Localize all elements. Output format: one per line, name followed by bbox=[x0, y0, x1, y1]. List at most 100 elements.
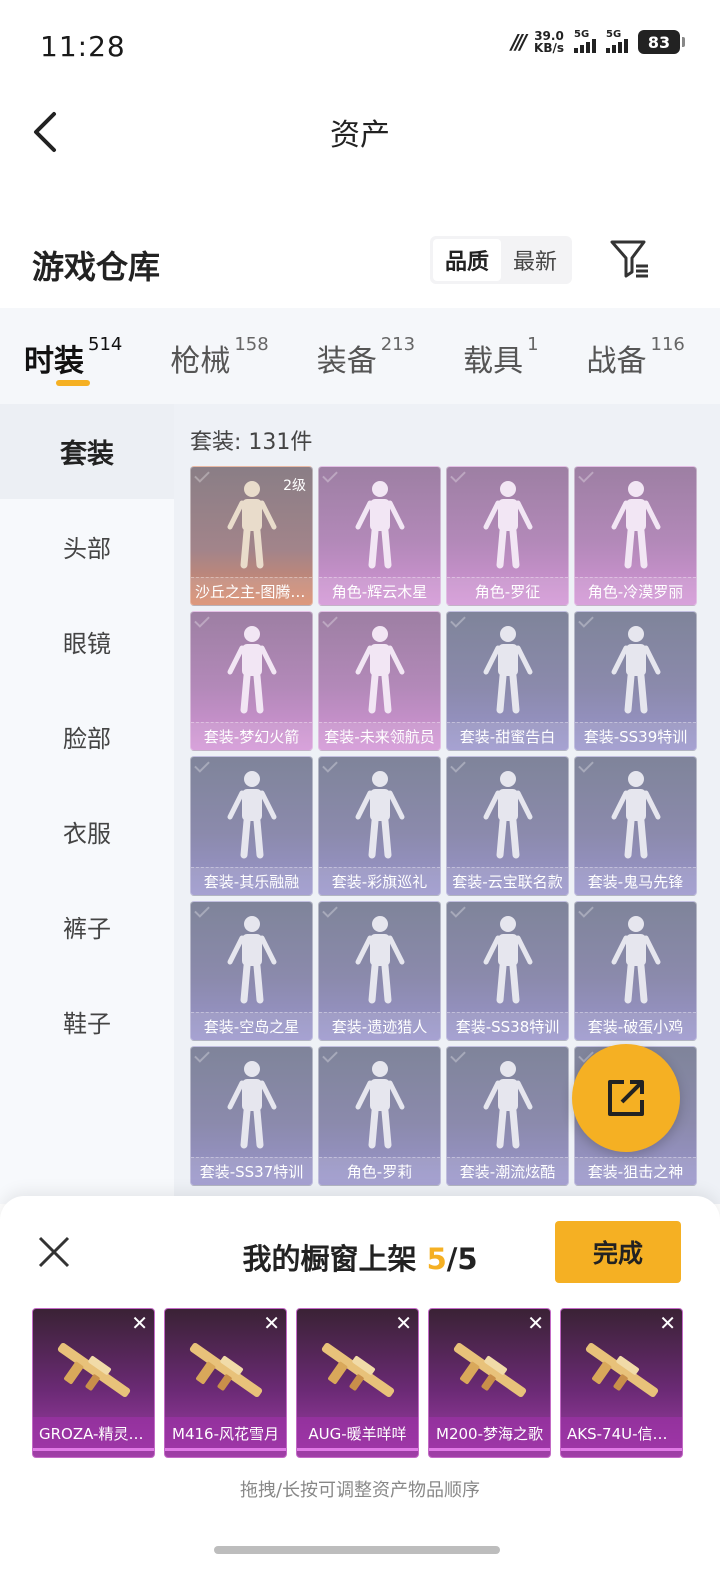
showcase-item[interactable]: ✕AKS-74U-信仰之光 bbox=[560, 1308, 683, 1458]
outfit-label: 角色-辉云木星 bbox=[319, 577, 440, 605]
sort-option-quality[interactable]: 品质 bbox=[433, 239, 501, 281]
status-bar: 11:28 /// 39.0 KB/s 5G 5G 83 bbox=[0, 0, 720, 96]
drag-hint: 拖拽/长按可调整资产物品顺序 bbox=[239, 1480, 481, 1501]
outfit-figure-icon bbox=[447, 765, 568, 865]
outfit-label: 套装-SS39特训 bbox=[575, 722, 696, 750]
hyperos-logo-icon: /// bbox=[511, 30, 527, 54]
network-speed: 39.0 KB/s bbox=[534, 29, 564, 55]
gun-icon bbox=[561, 1325, 682, 1415]
battery-icon: 83 bbox=[638, 30, 685, 54]
showcase-item-label: AUG-暖羊咩咩 bbox=[297, 1417, 418, 1451]
home-indicator[interactable] bbox=[214, 1546, 500, 1554]
outfit-item[interactable]: 套装-未来领航员 bbox=[318, 611, 441, 751]
showcase-item[interactable]: ✕ M200-梦海之歌 bbox=[428, 1308, 551, 1458]
sidebar-item-face[interactable]: 脸部 bbox=[0, 689, 174, 784]
outfit-item[interactable]: 角色-冷漠罗丽 bbox=[574, 466, 697, 606]
outfit-label: 角色-冷漠罗丽 bbox=[575, 577, 696, 605]
outfit-label: 套装-SS37特训 bbox=[191, 1157, 312, 1185]
section-title: 游戏仓库 bbox=[32, 248, 161, 286]
share-button[interactable] bbox=[572, 1044, 680, 1152]
page-header: 资产 bbox=[0, 96, 720, 176]
showcase-items: ✕ GROZA-精灵之翼 ✕ M416-风花雪月 ✕ AUG-暖羊咩咩 ✕ M200-梦海之歌… bbox=[32, 1308, 683, 1458]
outfit-item[interactable]: 套装-SS39特训 bbox=[574, 611, 697, 751]
tab-guns[interactable]: 枪械 158 bbox=[170, 308, 268, 404]
outfit-item[interactable]: 套装-遗迹猎人 bbox=[318, 901, 441, 1041]
sidebar-item-suits[interactable]: 套装 bbox=[0, 404, 174, 499]
outfit-figure-icon bbox=[319, 620, 440, 720]
category-tabs: 时装 514 枪械 158 装备 213 载具 1 战备 116 bbox=[0, 308, 720, 404]
outfit-figure-icon bbox=[575, 910, 696, 1010]
sort-option-newest[interactable]: 最新 bbox=[501, 239, 569, 281]
outfit-figure-icon bbox=[319, 910, 440, 1010]
warehouse-header: 游戏仓库 品质 最新 bbox=[0, 228, 720, 298]
outfit-item[interactable]: 角色-辉云木星 bbox=[318, 466, 441, 606]
showcase-item-label: M416-风花雪月 bbox=[165, 1417, 286, 1451]
signal-icon-1: 5G bbox=[574, 29, 596, 53]
outfit-figure-icon bbox=[447, 910, 568, 1010]
tab-outfits[interactable]: 时装 514 bbox=[24, 308, 122, 404]
outfit-item[interactable]: 套装-彩旗巡礼 bbox=[318, 756, 441, 896]
sidebar-item-clothes[interactable]: 衣服 bbox=[0, 784, 174, 879]
showcase-item-label: GROZA-精灵之翼 bbox=[33, 1417, 154, 1451]
outfit-item[interactable]: 2级 沙丘之主-图腾战士 bbox=[190, 466, 313, 606]
outfit-figure-icon bbox=[575, 765, 696, 865]
outfit-label: 套装-其乐融融 bbox=[191, 867, 312, 895]
outfit-label: 角色-罗莉 bbox=[319, 1157, 440, 1185]
outfit-figure-icon bbox=[191, 1055, 312, 1155]
outfit-label: 角色-罗征 bbox=[447, 577, 568, 605]
gun-icon bbox=[297, 1325, 418, 1415]
outfit-label: 套装-彩旗巡礼 bbox=[319, 867, 440, 895]
outfit-label: 套装-空岛之星 bbox=[191, 1012, 312, 1040]
sidebar-item-shoes[interactable]: 鞋子 bbox=[0, 974, 174, 1069]
outfit-label: 套装-甜蜜告白 bbox=[447, 722, 568, 750]
outfit-item[interactable]: 套装-SS38特训 bbox=[446, 901, 569, 1041]
showcase-item-label: AKS-74U-信仰之光 bbox=[561, 1417, 682, 1451]
outfit-label: 套装-梦幻火箭 bbox=[191, 722, 312, 750]
outfit-item[interactable]: 套装-甜蜜告白 bbox=[446, 611, 569, 751]
outfit-figure-icon bbox=[447, 620, 568, 720]
sidebar-item-head[interactable]: 头部 bbox=[0, 499, 174, 594]
showcase-item[interactable]: ✕ M416-风花雪月 bbox=[164, 1308, 287, 1458]
outfit-item[interactable]: 套装-空岛之星 bbox=[190, 901, 313, 1041]
showcase-item[interactable]: ✕ AUG-暖羊咩咩 bbox=[296, 1308, 419, 1458]
outfit-figure-icon bbox=[575, 475, 696, 575]
outfit-label: 套装-狙击之神 bbox=[575, 1157, 696, 1185]
outfit-label: 套装-未来领航员 bbox=[319, 722, 440, 750]
outfit-label: 套装-云宝联名款 bbox=[447, 867, 568, 895]
outfit-item[interactable]: 角色-罗莉 bbox=[318, 1046, 441, 1186]
filter-icon[interactable] bbox=[608, 236, 652, 280]
tab-equipment[interactable]: 装备 213 bbox=[317, 308, 415, 404]
outfit-figure-icon bbox=[191, 910, 312, 1010]
outfit-figure-icon bbox=[319, 1055, 440, 1155]
showcase-item[interactable]: ✕ GROZA-精灵之翼 bbox=[32, 1308, 155, 1458]
outfit-item[interactable]: 套装-梦幻火箭 bbox=[190, 611, 313, 751]
gun-icon bbox=[33, 1325, 154, 1415]
outfit-label: 套装-潮流炫酷 bbox=[447, 1157, 568, 1185]
outfit-item[interactable]: 套装-鬼马先锋 bbox=[574, 756, 697, 896]
outfit-figure-icon bbox=[191, 765, 312, 865]
sub-category-sidebar: 套装 头部 眼镜 脸部 衣服 裤子 鞋子 bbox=[0, 404, 174, 1204]
outfit-item[interactable]: 套装-SS37特训 bbox=[190, 1046, 313, 1186]
sidebar-item-pants[interactable]: 裤子 bbox=[0, 879, 174, 974]
status-icons: /// 39.0 KB/s 5G 5G 83 bbox=[511, 29, 685, 55]
done-button[interactable]: 完成 bbox=[555, 1221, 681, 1283]
outfit-item[interactable]: 套装-其乐融融 bbox=[190, 756, 313, 896]
outfit-item[interactable]: 角色-罗征 bbox=[446, 466, 569, 606]
outfit-label: 套装-鬼马先锋 bbox=[575, 867, 696, 895]
outfit-item[interactable]: 套装-潮流炫酷 bbox=[446, 1046, 569, 1186]
page-title: 资产 bbox=[330, 118, 390, 153]
active-tab-indicator bbox=[56, 380, 90, 386]
outfit-label: 套装-遗迹猎人 bbox=[319, 1012, 440, 1040]
outfit-item[interactable]: 套装-云宝联名款 bbox=[446, 756, 569, 896]
outfit-label: 套装-SS38特训 bbox=[447, 1012, 568, 1040]
tab-supplies[interactable]: 战备 116 bbox=[587, 308, 685, 404]
outfit-item[interactable]: 套装-破蛋小鸡 bbox=[574, 901, 697, 1041]
outfit-label: 套装-破蛋小鸡 bbox=[575, 1012, 696, 1040]
outfit-label: 沙丘之主-图腾战士 bbox=[191, 577, 312, 605]
sidebar-item-glasses[interactable]: 眼镜 bbox=[0, 594, 174, 689]
share-export-icon bbox=[608, 1080, 644, 1116]
status-time: 11:28 bbox=[40, 30, 126, 63]
outfit-figure-icon bbox=[447, 475, 568, 575]
outfit-figure-icon bbox=[319, 765, 440, 865]
tab-vehicles[interactable]: 载具 1 bbox=[463, 308, 538, 404]
